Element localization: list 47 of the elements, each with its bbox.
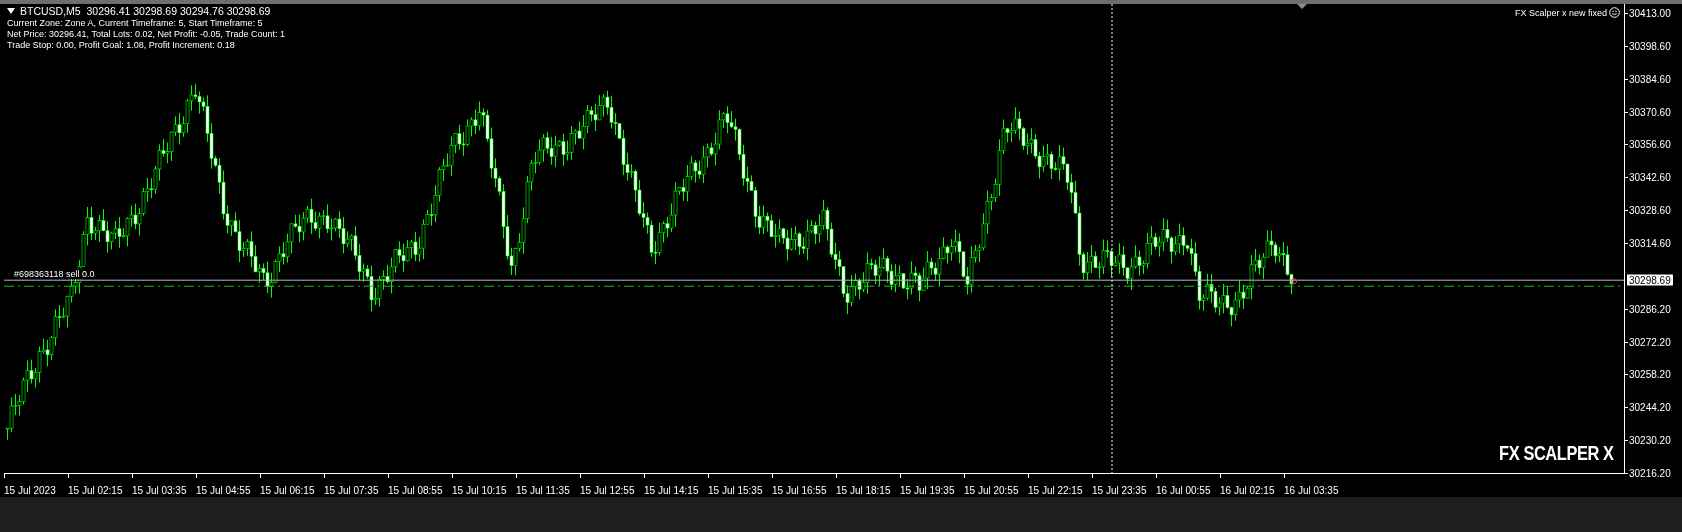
time-label: 15 Jul 07:35 xyxy=(324,485,379,496)
price-label: 30314.60 xyxy=(1629,237,1671,249)
time-label: 16 Jul 02:15 xyxy=(1220,485,1275,496)
brand-label: FX SCALPER X xyxy=(1499,442,1614,465)
info-line: Current Zone: Zone A, Current Timeframe: 5, Start Timeframe: 5 xyxy=(7,18,264,28)
time-label: 15 Jul 03:35 xyxy=(132,485,187,496)
time-label: 16 Jul 00:55 xyxy=(1156,485,1211,496)
price-label: 30244.20 xyxy=(1629,401,1671,413)
time-label: 15 Jul 14:15 xyxy=(644,485,699,496)
time-label: 15 Jul 11:35 xyxy=(516,485,570,496)
price-label: 30328.60 xyxy=(1629,204,1671,216)
price-label: 30342.60 xyxy=(1629,171,1671,183)
price-label: 30230.20 xyxy=(1629,434,1671,446)
price-label: 30370.60 xyxy=(1629,106,1671,118)
time-label: 15 Jul 16:55 xyxy=(772,485,827,496)
time-label: 16 Jul 03:35 xyxy=(1284,485,1339,496)
smiley-icon[interactable] xyxy=(1609,7,1620,18)
time-label: 15 Jul 19:35 xyxy=(900,485,955,496)
price-label: 30384.60 xyxy=(1629,73,1671,85)
time-label: 15 Jul 22:15 xyxy=(1028,485,1083,496)
chart-title: BTCUSD,M5 30296.41 30298.69 30294.76 30298.69 xyxy=(20,5,271,17)
time-label: 15 Jul 18:15 xyxy=(836,485,891,496)
time-label: 15 Jul 06:15 xyxy=(260,485,315,496)
price-label: 30356.60 xyxy=(1629,138,1671,150)
price-label: 30216.20 xyxy=(1629,467,1671,479)
expert-name: FX Scalper x new fixed xyxy=(1514,7,1607,18)
info-line: Net Price: 30296.41, Total Lots: 0.02, Net Profit: -0.05, Trade Count: 1 xyxy=(7,29,285,39)
time-label: 15 Jul 04:55 xyxy=(196,485,251,496)
price-label: 30286.20 xyxy=(1629,303,1671,315)
price-label: 30398.60 xyxy=(1629,40,1671,52)
time-label: 15 Jul 2023 xyxy=(4,485,56,496)
time-label: 15 Jul 20:55 xyxy=(964,485,1019,496)
price-label: 30272.20 xyxy=(1629,336,1671,348)
order-label: #698363118 sell 0.0 xyxy=(12,269,97,280)
collapse-icon[interactable] xyxy=(7,8,15,14)
time-label: 15 Jul 02:15 xyxy=(68,485,123,496)
shift-marker-icon[interactable] xyxy=(1297,4,1307,9)
time-label: 15 Jul 12:55 xyxy=(580,485,635,496)
time-label: 15 Jul 10:15 xyxy=(452,485,507,496)
time-label: 15 Jul 08:55 xyxy=(388,485,443,496)
price-label: 30413.00 xyxy=(1629,7,1671,19)
time-label: 15 Jul 15:35 xyxy=(708,485,763,496)
current-price-label: 30298.69 xyxy=(1627,274,1673,286)
time-label: 15 Jul 23:35 xyxy=(1092,485,1147,496)
info-line: Trade Stop: 0.00, Profit Goal: 1.08, Profit Increment: 0.18 xyxy=(7,40,236,50)
price-label: 30258.20 xyxy=(1629,368,1671,380)
order-marker-icon xyxy=(1291,278,1297,285)
